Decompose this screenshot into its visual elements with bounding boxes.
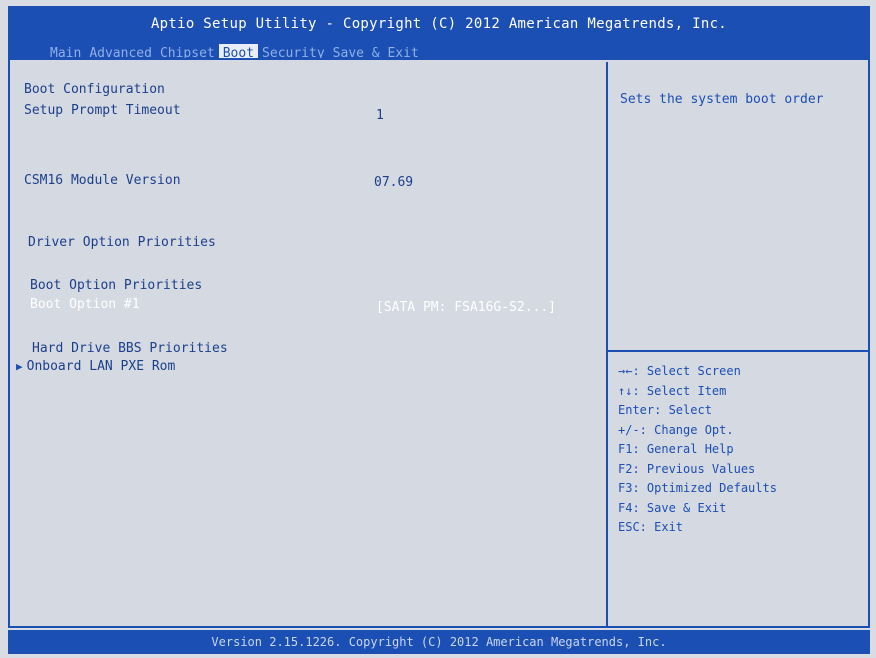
key-select-screen: →←: Select Screen [618,364,741,378]
hard-drive-bbs-priorities[interactable]: Hard Drive BBS Priorities [32,341,228,356]
key-general-help: F1: General Help [618,442,734,456]
main-frame: Boot Configuration Setup Prompt Timeout … [8,58,870,628]
submenu-arrow-icon: ▶ [16,360,23,373]
setup-prompt-timeout-label[interactable]: Setup Prompt Timeout [24,103,181,118]
bios-screen: Aptio Setup Utility - Copyright (C) 2012… [0,0,876,658]
boot-configuration-heading: Boot Configuration [24,82,165,97]
csm16-module-version-label: CSM16 Module Version [24,173,181,188]
header-title: Aptio Setup Utility - Copyright (C) 2012… [150,16,728,32]
key-enter-select: Enter: Select [618,403,712,417]
boot-option-1-label[interactable]: Boot Option #1 [30,297,140,312]
key-save-exit: F4: Save & Exit [618,500,727,515]
key-esc-exit: ESC: Exit [618,520,684,534]
boot-option-priorities-heading: Boot Option Priorities [30,278,203,293]
setup-prompt-timeout-value[interactable]: 1 [376,108,384,123]
onboard-lan-pxe-rom-item[interactable]: ▶ Onboard LAN PXE Rom [16,359,175,374]
key-previous-values: F2: Previous Values [618,461,756,476]
csm16-module-version-value: 07.69 [374,175,414,190]
footer-bar: Version 2.15.1226. Copyright (C) 2012 Am… [8,630,870,654]
key-select-item: ↑↓: Select Item [618,383,727,398]
boot-option-1-value[interactable]: [SATA PM: FSA16G-S2...] [376,300,556,315]
vertical-divider [606,62,608,628]
header-bar: Aptio Setup Utility - Copyright (C) 2012… [8,6,870,64]
key-optimized-defaults: F3: Optimized Defaults [618,481,777,495]
help-divider [608,350,868,352]
help-text: Sets the system boot order [620,92,824,107]
key-legend: →←: Select Screen ↑↓: Select Item Enter:… [618,362,777,538]
onboard-lan-pxe-rom-label: Onboard LAN PXE Rom [26,359,176,374]
driver-option-priorities-heading: Driver Option Priorities [28,235,216,250]
key-change-opt: +/-: Change Opt. [618,422,734,437]
